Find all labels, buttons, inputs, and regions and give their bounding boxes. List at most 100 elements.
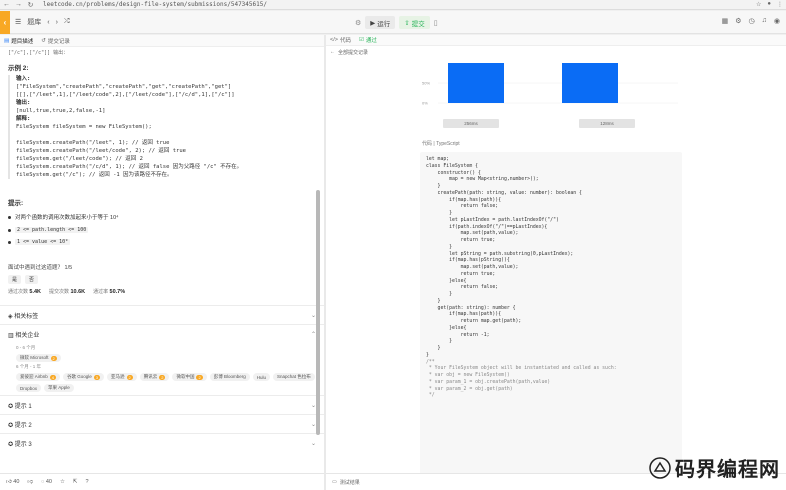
company-tag[interactable]: 谷歌 Google 3	[63, 373, 104, 381]
company-tag[interactable]: 苹果 Apple	[44, 384, 74, 392]
code-line: map.set(path,value);	[426, 265, 519, 270]
company-tag[interactable]: 彭博 Bloomberg	[209, 373, 250, 381]
code-line: }	[426, 346, 441, 351]
company-tag[interactable]: 微软中国 2	[172, 373, 207, 381]
leetcode-logo-icon[interactable]: ‹	[0, 10, 10, 34]
browser-toolbar: ← → ↻ leetcode.cn/problems/design-file-s…	[0, 0, 786, 10]
debug-icon[interactable]: ⚙	[355, 19, 361, 27]
section-hint-2[interactable]: ✪ 提示 2 ⌄	[0, 414, 324, 433]
company-tag[interactable]: Snapchat 色拉布	[272, 373, 315, 381]
company-tag[interactable]: 微软 Microsoft 2	[16, 354, 61, 362]
like-button[interactable]: 👍︎ 40	[6, 479, 19, 485]
thumb-down-icon[interactable]: 👎︎	[27, 479, 33, 485]
code-viewer[interactable]: let map; class FileSystem { constructor()…	[420, 152, 682, 490]
code-line: * var obj = new FileSystem()	[426, 373, 510, 378]
favorite-icon[interactable]: ☆	[60, 479, 65, 485]
example-2-title: 示例 2:	[8, 65, 29, 72]
code-line: }	[426, 244, 452, 250]
profile-icon[interactable]: ●	[767, 1, 771, 8]
section-related-companies[interactable]: ▥ 相关企业 ⌃	[0, 324, 324, 343]
play-icon: ▶	[370, 19, 376, 27]
section-related-topics[interactable]: ◈ 相关标签 ⌄	[0, 305, 324, 324]
tab-submissions[interactable]: ↺ 提交记录	[41, 37, 70, 45]
breadcrumb[interactable]: ← 全部提交记录	[326, 46, 786, 58]
y-tick-label: 0%	[422, 101, 428, 106]
share-icon[interactable]: ⇱	[73, 479, 78, 485]
chart-bar[interactable]	[562, 63, 618, 103]
left-footer: 👍︎ 40 👎︎ ◌ 40 ☆ ⇱ ?	[0, 473, 324, 490]
comments-button[interactable]: ◌ 40	[41, 479, 52, 485]
help-icon[interactable]: ?	[85, 479, 88, 485]
code-line: */	[426, 393, 435, 399]
chart-pill[interactable]: 256ms	[443, 119, 499, 128]
code-line: return true;	[426, 238, 496, 243]
back-icon[interactable]: ←	[3, 1, 10, 8]
bulb-icon: ✪	[8, 441, 14, 448]
code-line: return false;	[426, 204, 499, 210]
explain-line: fileSystem.get("/c"); // 返回 -1 因为该路径不存在。	[16, 172, 173, 178]
explain-line: fileSystem.createPath("/leet/code", 2); …	[16, 148, 186, 154]
code-line: return true;	[426, 271, 496, 277]
run-button[interactable]: ▶ 运行	[365, 16, 396, 29]
constraints-title: 提示:	[8, 200, 24, 207]
left-tabbar: ▤ 题目描述 ↺ 提交记录	[0, 35, 324, 47]
code-line: map = new Map<string,number>();	[426, 177, 539, 183]
forward-icon[interactable]: →	[15, 1, 22, 8]
right-tabbar: </> 代码 ☑ 通过	[326, 35, 786, 46]
no-button[interactable]: 否	[25, 275, 39, 284]
watermark: 码界编程网	[649, 453, 780, 482]
bell-icon[interactable]: ♫	[762, 17, 767, 25]
tab-accepted[interactable]: ☑ 通过	[359, 36, 377, 44]
settings-icon[interactable]: ⚙	[735, 17, 741, 25]
section-hint-1[interactable]: ✪ 提示 1 ⌄	[0, 395, 324, 414]
watermark-text: 码界编程网	[675, 457, 780, 481]
runtime-chart-svg: 50% 0%	[422, 63, 678, 106]
section-hint-3[interactable]: ✪ 提示 3 ⌄	[0, 433, 324, 452]
company-tag[interactable]: 腾讯云 2	[139, 373, 170, 381]
code-line: * var param_1 = obj.createPath(path,valu…	[426, 379, 551, 385]
next-problem-icon[interactable]: ›	[56, 19, 58, 26]
constraint-item: 1 <= value <= 10⁹	[8, 239, 316, 245]
code-line: return map.get(path);	[426, 319, 522, 324]
problem-list-link[interactable]: 题库	[27, 17, 41, 27]
upload-icon: ⇪	[404, 19, 410, 27]
code-line: }	[426, 339, 452, 345]
tab-code[interactable]: </> 代码	[330, 36, 351, 44]
submission-panel: </> 代码 ☑ 通过 ← 全部提交记录 50% 0% 256ms 128ms 代…	[326, 35, 786, 490]
avatar[interactable]: ◉	[774, 17, 780, 25]
star-icon[interactable]: ☆	[756, 1, 761, 8]
chart-pill[interactable]: 128ms	[579, 119, 635, 128]
code-line: * Your FileSystem object will be instant…	[426, 366, 617, 372]
bulb-icon: ✪	[8, 422, 14, 429]
submission-stats: 通过次数 5.4K 提交次数 10.6K 通过率 50.7%	[8, 288, 316, 295]
timer-icon[interactable]: ◷	[749, 17, 755, 25]
prev-problem-icon[interactable]: ‹	[47, 19, 49, 26]
y-tick-label: 50%	[422, 81, 430, 86]
left-scrollbar[interactable]	[316, 190, 320, 435]
company-tag[interactable]: Dropbox	[16, 384, 42, 392]
list-icon[interactable]: ☰	[15, 18, 21, 26]
tab-description[interactable]: ▤ 题目描述	[4, 37, 33, 45]
explain-line: fileSystem.createPath("/c/d", 1); // 返回 …	[16, 164, 243, 170]
company-count-badge: 2	[159, 374, 166, 380]
layout-icon[interactable]: ▦	[722, 17, 729, 25]
building-icon: ▥	[8, 332, 14, 339]
thumb-up-icon: 👍︎	[6, 479, 12, 485]
notes-icon[interactable]: ▯	[434, 19, 438, 27]
reload-icon[interactable]: ↻	[27, 1, 34, 9]
yes-button[interactable]: 是	[8, 275, 22, 284]
check-icon: ☑	[358, 37, 364, 43]
code-line: map.set(path,value);	[426, 231, 519, 237]
chart-bar[interactable]	[448, 63, 504, 103]
shuffle-icon[interactable]: ⤮	[64, 18, 70, 26]
submit-button[interactable]: ⇪ 提交	[399, 16, 430, 29]
company-tag[interactable]: Hulu	[252, 373, 270, 381]
menu-icon[interactable]: ⋮	[777, 1, 783, 8]
company-tag[interactable]: 爱彼迎 Airbnb 4	[16, 373, 60, 381]
explain-line: fileSystem.get("/leet/code"); // 返回 2	[16, 156, 143, 162]
company-tag[interactable]: 亚马逊 2	[107, 373, 137, 381]
constraint-item: 2 <= path.length <= 100	[8, 227, 316, 233]
address-bar[interactable]: leetcode.cn/problems/design-file-system/…	[39, 1, 751, 9]
company-tags: 0 - 6 个月 微软 Microsoft 2 6 个月 - 1 年 爱彼迎 Ai…	[0, 345, 324, 395]
code-line: if(map.has(path)){	[426, 312, 502, 318]
